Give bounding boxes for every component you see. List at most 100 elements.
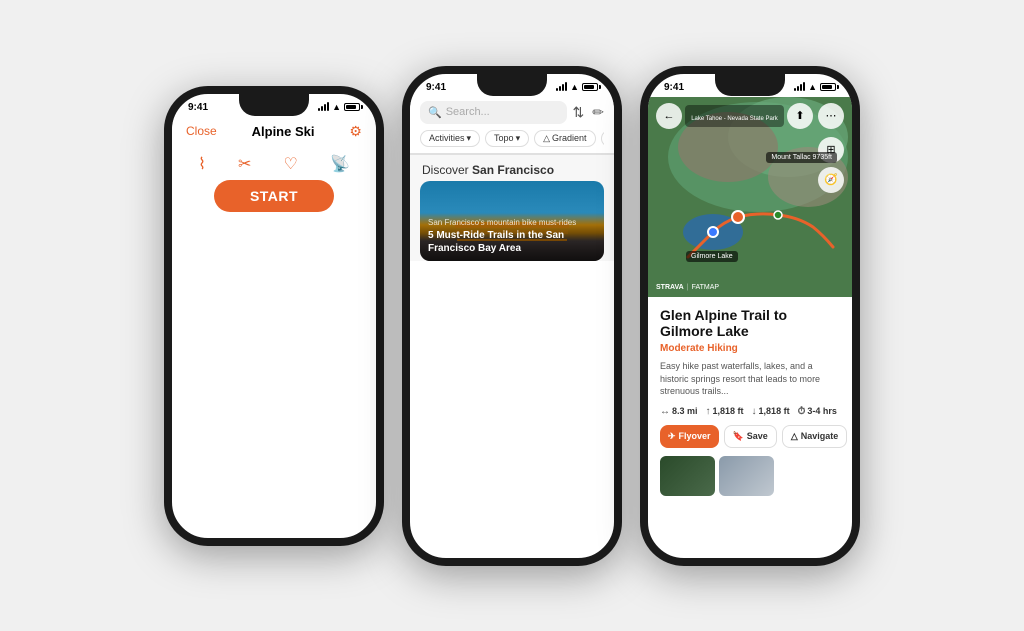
save-button[interactable]: 🔖 Save — [724, 425, 777, 448]
bookmark-icon: 🔖 — [733, 431, 744, 442]
filter-chips-row: Activities ▾ Topo ▾ △ Gradient ✓ Lif... — [420, 130, 604, 147]
brand-logo-3: STRAVA | FATMAP — [656, 284, 719, 291]
settings-icon[interactable]: ⚙ — [349, 123, 362, 140]
flyover-icon: ✈ — [668, 431, 676, 442]
search-icon: 🔍 — [428, 106, 442, 119]
lake-label: Gilmore Lake — [686, 251, 738, 262]
wifi-icon: ▲ — [332, 102, 341, 112]
discover-header: Discover San Francisco — [410, 155, 614, 181]
filter-topo-label: Topo — [494, 133, 514, 143]
share-button[interactable]: ⬆ — [787, 103, 813, 129]
status-indicators-1: ▲ — [318, 102, 360, 112]
trail-map[interactable]: ← Lake Tahoe - Nevada State Park ⬆ ⋯ ⊞ 🧭… — [648, 97, 852, 297]
route-icon[interactable]: ⌇ — [198, 154, 206, 174]
phone-san-francisco: 9:41 ▲ 🔍 Search... ⇅ — [402, 66, 622, 566]
search-bar-area: 🔍 Search... ⇅ ✏ Activities ▾ Topo — [410, 97, 614, 154]
discover-subtitle: San Francisco's mountain bike must-rides — [428, 218, 596, 227]
compass-icon[interactable]: 🧭 — [818, 167, 844, 193]
trail-type: Moderate Hiking — [660, 343, 840, 354]
bottom-toolbar-1: ⌇ ✂ ♡ 📡 START — [172, 146, 376, 220]
filter-topo[interactable]: Topo ▾ — [485, 130, 529, 147]
trail-gain-value: 1,818 ft — [713, 406, 744, 416]
start-button[interactable]: START — [214, 180, 334, 212]
trail-actions: ✈ Flyover 🔖 Save △ Navigate ↓ — [660, 425, 840, 448]
signal-icon-2 — [556, 83, 567, 91]
search-actions: ⇅ ✏ — [573, 104, 604, 121]
back-button[interactable]: ← — [656, 103, 682, 129]
elevation-gain-icon: ↑ — [706, 406, 711, 417]
trail-distance-value: 8.3 mi — [672, 406, 698, 416]
trail-loss-value: 1,818 ft — [759, 406, 790, 416]
fatmap-text-3: FATMAP — [692, 284, 719, 291]
chevron-down-icon: ▾ — [467, 133, 472, 144]
status-indicators-2: ▲ — [556, 82, 598, 92]
discover-card-title: 5 Must-Ride Trails in the San Francisco … — [428, 229, 596, 255]
status-time-3: 9:41 — [664, 82, 684, 93]
signal-icon — [318, 103, 329, 111]
phone-notch-3 — [715, 74, 785, 96]
status-indicators-3: ▲ — [794, 82, 836, 92]
battery-icon — [344, 103, 360, 111]
route-create-icon[interactable]: ⇅ — [573, 104, 585, 121]
navigate-icon: △ — [791, 431, 798, 442]
map-top-right-buttons: ⬆ ⋯ — [787, 103, 844, 129]
close-button[interactable]: Close — [186, 124, 217, 138]
heart-icon[interactable]: ♡ — [284, 154, 298, 174]
screen-title-1: Alpine Ski — [252, 124, 315, 139]
distance-icon: ↔ — [660, 406, 670, 417]
nav-bar-1: Close Alpine Ski ⚙ — [172, 117, 376, 146]
trail-stat-gain: ↑ 1,818 ft — [706, 406, 744, 417]
trail-stat-distance: ↔ 8.3 mi — [660, 406, 698, 417]
discover-location: San Francisco — [472, 163, 554, 177]
layers-side-buttons: ⊞ 🧭 — [818, 137, 844, 193]
signal-icon-3 — [794, 83, 805, 91]
filter-activities[interactable]: Activities ▾ — [420, 130, 480, 147]
trail-title: Glen Alpine Trail to Gilmore Lake — [660, 307, 840, 341]
more-options-button[interactable]: ⋯ — [818, 103, 844, 129]
scissors-icon[interactable]: ✂ — [238, 154, 251, 174]
trail-time-value: 3-4 hrs — [807, 406, 837, 416]
phone-glen-alpine: 9:41 ▲ — [640, 66, 860, 566]
trail-stat-time: ⏱ 3-4 hrs — [798, 406, 837, 417]
trail-description: Easy hike past waterfalls, lakes, and a … — [660, 360, 840, 398]
discover-prefix: Discover — [422, 163, 469, 177]
signal-broadcast-icon[interactable]: 📡 — [330, 154, 350, 174]
search-placeholder: Search... — [446, 106, 490, 118]
filter-gradient[interactable]: △ Gradient — [534, 130, 595, 147]
chevron-down-icon-2: ▾ — [516, 133, 521, 144]
status-time-2: 9:41 — [426, 82, 446, 93]
time-icon: ⏱ — [798, 406, 806, 417]
trail-info-panel: Glen Alpine Trail to Gilmore Lake Modera… — [648, 297, 852, 506]
edit-icon[interactable]: ✏ — [592, 104, 604, 121]
flyover-button[interactable]: ✈ Flyover — [660, 425, 719, 448]
wifi-icon-3: ▲ — [808, 82, 817, 92]
flyover-label: Flyover — [679, 431, 711, 441]
battery-icon-2 — [582, 83, 598, 91]
navigate-button[interactable]: △ Navigate — [782, 425, 847, 448]
phone-notch-2 — [477, 74, 547, 96]
trail-map-top-bar: ← Lake Tahoe - Nevada State Park ⬆ ⋯ — [648, 97, 852, 135]
location-label-text: Lake Tahoe - Nevada State Park — [691, 116, 778, 122]
filter-activities-label: Activities — [429, 133, 465, 143]
phone3-content: ← Lake Tahoe - Nevada State Park ⬆ ⋯ ⊞ 🧭… — [648, 97, 852, 506]
battery-icon-3 — [820, 83, 836, 91]
trail-stat-loss: ↓ 1,818 ft — [752, 406, 790, 417]
discover-image-overlay: San Francisco's mountain bike must-rides… — [420, 212, 604, 261]
wifi-icon-2: ▲ — [570, 82, 579, 92]
search-input-field[interactable]: 🔍 Search... — [420, 101, 567, 124]
gradient-icon: △ — [543, 133, 550, 144]
trail-photos — [660, 456, 840, 496]
peak-label: Mount Tallac 9735ft — [766, 152, 837, 163]
toolbar-icons: ⌇ ✂ ♡ 📡 — [182, 154, 366, 174]
trail-photo-tree[interactable] — [660, 456, 715, 496]
trail-stats: ↔ 8.3 mi ↑ 1,818 ft ↓ 1,818 ft ⏱ 3-4 hrs — [660, 406, 840, 417]
phone-alpine-ski: 9:41 ▲ Close Alpine Ski ⚙ — [164, 86, 384, 546]
filter-lift[interactable]: ✓ Lif... — [601, 130, 604, 147]
discover-image-card[interactable]: San Francisco's mountain bike must-rides… — [420, 181, 604, 261]
save-label: Save — [747, 431, 768, 441]
strava-text-3: STRAVA — [656, 284, 684, 291]
discover-card: Discover San Francisco San Francisco's m… — [410, 154, 614, 261]
trail-photo-mountain[interactable] — [719, 456, 774, 496]
search-row: 🔍 Search... ⇅ ✏ — [420, 101, 604, 124]
navigate-label: Navigate — [801, 431, 839, 441]
